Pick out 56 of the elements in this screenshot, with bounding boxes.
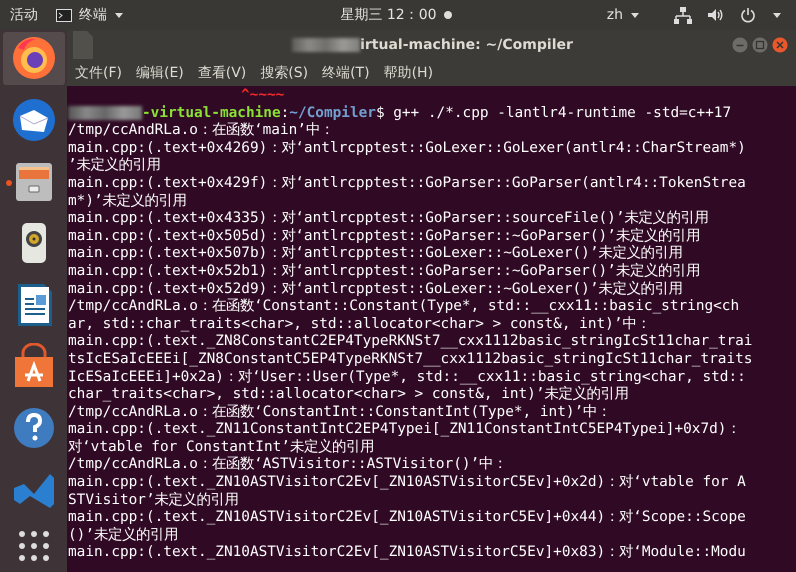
output-line: IcESaIcEEEi]+0x2a)：对‘User::User(Type*, std::__cxx11::basic_string<char, std:: xyxy=(68,368,746,386)
document-icon xyxy=(73,31,93,59)
menu-item[interactable]: 帮助(H) xyxy=(382,64,436,82)
output-line: char_traits<char>, std::allocator<char> > const&, int)’未定义的引用 xyxy=(68,386,629,404)
output-line: main.cpp:(.text+0x4335)：对‘antlrcpptest::GoParser::sourceFile()’未定义的引用 xyxy=(68,210,708,228)
output-line: 对‘vtable for ConstantInt’未定义的引用 xyxy=(68,438,374,456)
network-icon xyxy=(674,6,692,24)
output-line: /tmp/ccAndRLa.o：在函数‘ASTVisitor::ASTVisitor()’中： xyxy=(68,456,508,474)
output-line: main.cpp:(.text+0x52b1)：对‘antlrcpptest::GoParser::~GoParser()’未定义的引用 xyxy=(68,262,700,280)
output-line: main.cpp:(.text._ZN11ConstantIntC2EP4Typei[_ZN11ConstantIntC5EP4Typei]+0x7d)： xyxy=(68,421,740,438)
blurred-text xyxy=(292,38,360,52)
window-title: irtual-machine: ~/Compiler xyxy=(360,37,573,53)
menu-item[interactable]: 查看(V) xyxy=(196,64,248,82)
input-method-menu[interactable]: zh xyxy=(606,7,640,23)
volume-icon xyxy=(708,7,724,23)
clock[interactable]: 星期三 12：00 xyxy=(340,6,452,24)
prompt-path: ~/Compiler xyxy=(289,104,376,122)
menu-item[interactable]: 搜索(S) xyxy=(258,64,310,82)
caret-icon xyxy=(772,12,782,18)
error-marker: ^~~~~ xyxy=(241,87,284,105)
close-icon xyxy=(772,37,788,53)
output-line: /tmp/ccAndRLa.o：在函数‘main’中： xyxy=(68,122,334,140)
menu-item[interactable]: 终端(T) xyxy=(320,64,372,82)
activities-button[interactable]: 活动 xyxy=(10,6,38,24)
dock-item[interactable] xyxy=(2,32,64,85)
minimize-icon xyxy=(732,37,748,53)
power-icon xyxy=(740,7,756,23)
menu-item[interactable]: 编辑(E) xyxy=(134,64,186,82)
caret-icon xyxy=(114,12,124,18)
output-line: main.cpp:(.text+0x505d)：对‘antlrcpptest::GoParser::~GoParser()’未定义的引用 xyxy=(68,228,700,244)
output-line: ar, std::char_traits<char>, std::allocator<char> > const&, int)’中： xyxy=(68,316,650,334)
output-line: main.cpp:(.text+0x429f)：对‘antlrcpptest::GoParser::GoParser(antlr4::TokenStrea xyxy=(68,174,746,192)
output-line: main.cpp:(.text._ZN10ASTVisitorC2Ev[_ZN10ASTVisitorC5Ev]+0x83)：对‘Module::Modu xyxy=(68,544,746,562)
menu-item[interactable]: 文件(F) xyxy=(73,64,124,82)
output-line: /tmp/ccAndRLa.o：在函数‘Constant::Constant(Type*, std::__cxx11::basic_string<ch xyxy=(68,298,740,316)
output-line: ’未定义的引用 xyxy=(68,157,161,175)
prompt-separator: : xyxy=(280,104,290,122)
terminal-icon xyxy=(56,8,72,22)
output-line: tsIcESaIcEEEi[_ZN8ConstantC5EP4TypeRKNSt7__cxx1112basic_stringIcSt11char_traits xyxy=(68,350,752,368)
output-line: /tmp/ccAndRLa.o：在函数‘ConstantInt::ConstantInt(Type*, int)’中： xyxy=(68,404,612,422)
output-line: m*)’未定义的引用 xyxy=(68,192,187,210)
output-line: STVisitor’未定义的引用 xyxy=(68,492,239,510)
app-menu[interactable]: 终端 xyxy=(56,6,124,24)
output-line: main.cpp:(.text._ZN8ConstantC2EP4TypeRKNSt7__cxx1112basic_stringIcSt11char_trai xyxy=(68,333,752,351)
caret-icon xyxy=(630,12,640,18)
notification-dot-icon xyxy=(444,11,452,19)
output-line: main.cpp:(.text._ZN10ASTVisitorC2Ev[_ZN10ASTVisitorC5Ev]+0x2d)：对‘vtable for A xyxy=(68,474,746,492)
output-line: ()’未定义的引用 xyxy=(68,526,178,544)
output-line: main.cpp:(.text+0x52d9)：对‘antlrcpptest::GoLexer::~GoLexer()’未定义的引用 xyxy=(68,280,683,298)
maximize-icon xyxy=(752,37,768,53)
output-line: main.cpp:(.text+0x507b)：对‘antlrcpptest::GoLexer::~GoLexer()’未定义的引用 xyxy=(68,245,683,262)
prompt-host: -virtual-machine xyxy=(142,104,281,122)
command-text: g++ ./*.cpp -lantlr4-runtime -std=c++17 xyxy=(393,104,732,122)
prompt-symbol: $ xyxy=(376,104,385,122)
output-line: main.cpp:(.text._ZN10ASTVisitorC2Ev[_ZN10ASTVisitorC5Ev]+0x44)：对‘Scope::Scope xyxy=(68,509,746,526)
output-line: main.cpp:(.text+0x4269)：对‘antlrcpptest::GoLexer::GoLexer(antlr4::CharStream*) xyxy=(68,140,746,156)
